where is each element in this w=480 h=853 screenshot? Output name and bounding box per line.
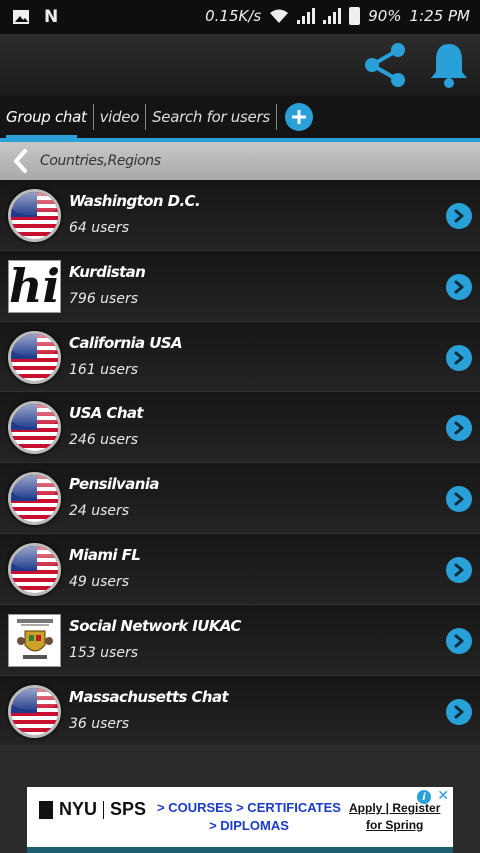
chevron-right-icon (454, 563, 464, 577)
room-row[interactable]: Washington D.C. 64 users (0, 180, 480, 251)
status-bar: N 0.15K/s 90% 1:25 PM (0, 0, 480, 34)
torch-icon (39, 800, 53, 819)
battery-icon (349, 7, 361, 25)
ad-line2: > DIPLOMAS (209, 818, 289, 833)
room-name: Massachusetts Chat (69, 687, 229, 706)
room-user-count: 246 users (69, 432, 139, 449)
chevron-right-icon (454, 634, 464, 648)
room-name: Pensilvania (69, 475, 160, 494)
ad-cta-line2: for Spring (366, 818, 424, 832)
ad-footer-strip (27, 847, 453, 853)
open-room-button[interactable] (446, 556, 472, 583)
ad-line1: > COURSES > CERTIFICATES (157, 800, 341, 815)
chevron-left-icon (14, 149, 27, 173)
room-name: Miami FL (69, 545, 141, 564)
tab-divider (275, 104, 277, 130)
crest-avatar (8, 613, 61, 667)
battery-level: 90% (368, 7, 402, 25)
signal-icon (297, 8, 316, 24)
room-name: Social Network IUKAC (69, 616, 241, 635)
ad-brand-right: SPS (110, 799, 147, 819)
us-flag-avatar (8, 189, 61, 242)
n-icon: N (44, 7, 59, 27)
room-name: California USA (69, 333, 183, 352)
room-user-count: 49 users (69, 573, 130, 590)
ad-brand-left: NYU (59, 799, 98, 819)
room-list: Washington D.C. 64 users hi Kurdistan 796 us… (0, 180, 480, 747)
add-tab-button[interactable] (284, 103, 313, 131)
us-flag-avatar (8, 330, 61, 384)
room-row[interactable]: Miami FL 49 users (0, 533, 480, 605)
room-row[interactable]: Pensilvania 24 users (0, 463, 480, 534)
ad-offerings: > COURSES > CERTIFICATES > DIPLOMAS (157, 799, 341, 835)
ad-info-icon[interactable]: i (417, 790, 431, 804)
chevron-right-icon (454, 421, 464, 435)
room-name: Kurdistan (69, 262, 146, 281)
room-user-count: 161 users (69, 361, 139, 378)
signal-icon-2 (323, 8, 342, 24)
chevron-right-icon (454, 209, 464, 223)
room-user-count: 796 users (69, 290, 139, 307)
bell-icon[interactable] (428, 40, 470, 90)
chevron-right-icon (454, 351, 464, 365)
room-row[interactable]: Massachusetts Chat 36 users (0, 675, 480, 747)
open-room-button[interactable] (446, 486, 472, 513)
chevron-right-icon (454, 492, 464, 506)
wifi-icon (270, 9, 289, 23)
room-user-count: 36 users (69, 715, 130, 732)
room-row[interactable]: California USA 161 users (0, 321, 480, 393)
breadcrumb: Countries,Regions (0, 142, 480, 180)
open-room-button[interactable] (446, 344, 472, 371)
crest-icon (16, 619, 53, 660)
tab-bar: Group chat video Search for users (0, 96, 480, 138)
us-flag-avatar (8, 472, 61, 526)
clock: 1:25 PM (409, 7, 470, 25)
open-room-button[interactable] (446, 415, 472, 442)
room-user-count: 153 users (69, 644, 139, 661)
room-row[interactable]: USA Chat 246 users (0, 392, 480, 464)
open-room-button[interactable] (446, 627, 472, 654)
breadcrumb-label: Countries,Regions (40, 153, 161, 169)
ad-brand-logo: NYU SPS (39, 799, 146, 820)
tab-video[interactable]: video (94, 96, 145, 138)
ad-banner[interactable]: NYU SPS > COURSES > CERTIFICATES > DIPLO… (27, 787, 453, 853)
back-button[interactable] (0, 142, 40, 180)
room-user-count: 24 users (69, 503, 130, 520)
room-name: Washington D.C. (69, 192, 201, 210)
us-flag-avatar (8, 542, 61, 596)
ad-close-icon[interactable]: ✕ (437, 788, 449, 804)
tab-search-users[interactable]: Search for users (146, 96, 276, 138)
tab-group-chat[interactable]: Group chat (0, 96, 93, 138)
room-row[interactable]: hi Kurdistan 796 users (0, 250, 480, 322)
ad-cta[interactable]: Apply | Register for Spring (349, 800, 440, 834)
room-name: USA Chat (69, 404, 144, 423)
open-room-button[interactable] (446, 203, 472, 229)
open-room-button[interactable] (446, 273, 472, 300)
net-speed: 0.15K/s (205, 7, 262, 25)
ad-brand-divider (103, 800, 105, 819)
chevron-right-icon (454, 705, 464, 719)
room-row[interactable]: Social Network IUKAC 153 users (0, 604, 480, 676)
chevron-right-icon (454, 280, 464, 294)
hi-logo-avatar: hi (8, 259, 61, 314)
app-bar (0, 34, 480, 96)
open-room-button[interactable] (446, 698, 472, 725)
share-icon[interactable] (360, 40, 410, 90)
room-user-count: 64 users (69, 220, 130, 236)
us-flag-avatar (8, 684, 61, 738)
us-flag-avatar (8, 401, 61, 455)
plus-icon (291, 110, 306, 124)
image-icon (13, 10, 29, 24)
